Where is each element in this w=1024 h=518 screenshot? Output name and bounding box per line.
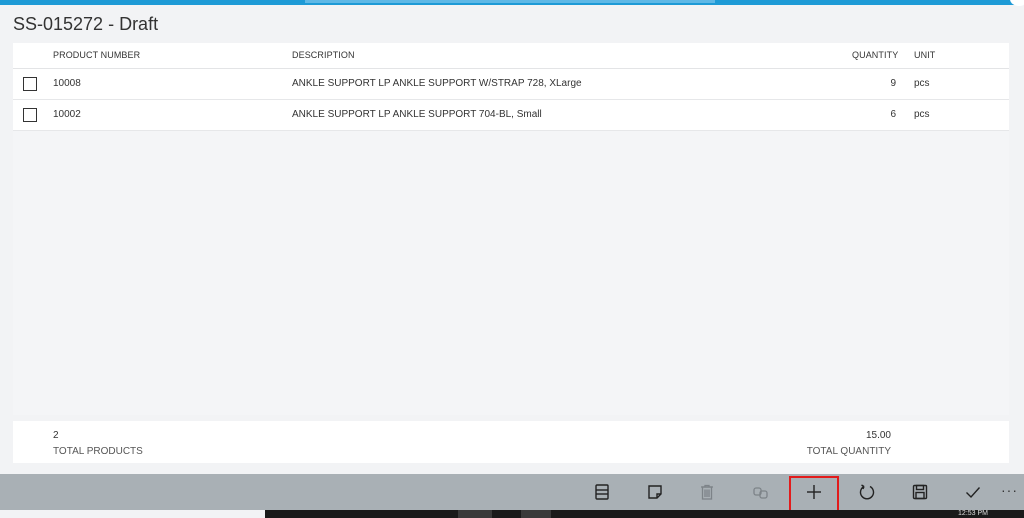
total-quantity-label: TOTAL QUANTITY — [806, 446, 891, 457]
app-top-bar — [0, 0, 1024, 6]
row-product-number: 10002 — [53, 109, 81, 120]
row-product-number: 10008 — [53, 78, 81, 89]
row-description: ANKLE SUPPORT LP ANKLE SUPPORT 704-BL, S… — [292, 109, 542, 120]
totals-panel: 2 TOTAL PRODUCTS 15.00 TOTAL QUANTITY — [13, 421, 1009, 463]
delete-icon — [701, 484, 713, 500]
row-unit: pcs — [914, 109, 930, 120]
taskbar: 12:53 PM — [265, 510, 1024, 518]
row-checkbox[interactable] — [23, 108, 37, 122]
more-options-button[interactable]: ··· — [1001, 482, 1018, 498]
confirm-icon — [966, 487, 981, 499]
row-checkbox[interactable] — [23, 77, 37, 91]
row-description: ANKLE SUPPORT LP ANKLE SUPPORT W/STRAP 7… — [292, 78, 582, 89]
account-avatar[interactable] — [1010, 0, 1024, 6]
save-button[interactable] — [895, 474, 945, 510]
list-view-button[interactable] — [577, 474, 627, 510]
copy-icon — [753, 487, 768, 499]
total-quantity-value: 15.00 — [865, 430, 891, 441]
table-row[interactable]: 10002 ANKLE SUPPORT LP ANKLE SUPPORT 704… — [13, 100, 1009, 131]
refresh-button[interactable] — [842, 474, 892, 510]
save-icon — [912, 484, 928, 500]
column-header-product-number[interactable]: PRODUCT NUMBER — [53, 50, 140, 60]
total-products-label: TOTAL PRODUCTS — [53, 446, 143, 457]
confirm-button[interactable] — [948, 474, 998, 510]
add-note-button[interactable] — [630, 474, 680, 510]
command-bar — [0, 474, 1024, 510]
copy-products-button[interactable] — [736, 474, 786, 510]
note-icon — [648, 485, 662, 499]
delete-button[interactable] — [682, 474, 732, 510]
add-button-highlight — [789, 476, 839, 512]
grid-header: PRODUCT NUMBER DESCRIPTION QUANTITY UNIT — [13, 43, 1009, 69]
taskbar-app[interactable] — [521, 510, 551, 518]
product-grid: PRODUCT NUMBER DESCRIPTION QUANTITY UNIT… — [13, 43, 1009, 415]
taskbar-app[interactable] — [458, 510, 492, 518]
row-quantity: 9 — [890, 78, 896, 89]
top-search-field[interactable] — [305, 0, 715, 3]
column-header-description[interactable]: DESCRIPTION — [292, 50, 355, 60]
refresh-icon — [859, 484, 875, 500]
table-row[interactable]: 10008 ANKLE SUPPORT LP ANKLE SUPPORT W/S… — [13, 69, 1009, 100]
row-unit: pcs — [914, 78, 930, 89]
page-title: SS-015272 - Draft — [13, 14, 159, 34]
taskbar-clock: 12:53 PM — [958, 510, 988, 517]
column-header-quantity[interactable]: QUANTITY — [852, 50, 898, 60]
column-header-unit[interactable]: UNIT — [914, 50, 935, 60]
list-view-icon — [595, 484, 609, 500]
row-quantity: 6 — [890, 109, 896, 120]
total-products-value: 2 — [53, 430, 59, 441]
